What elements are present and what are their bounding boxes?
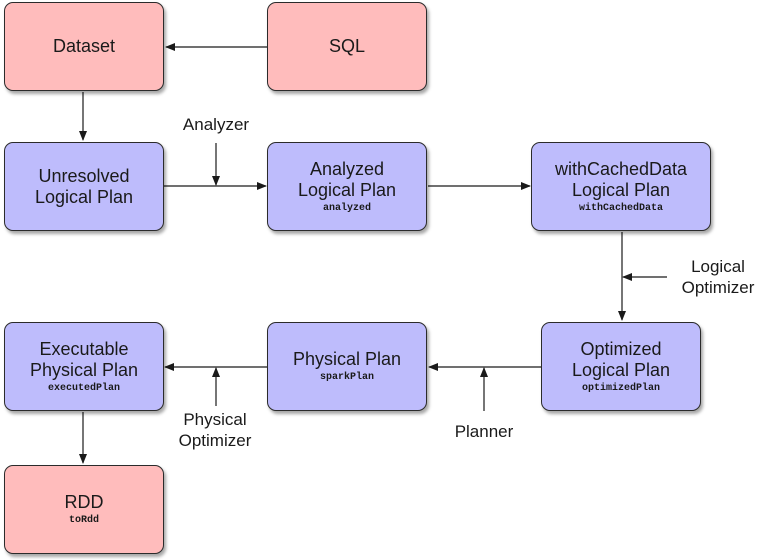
node-code-label: withCachedData (578, 202, 663, 214)
node-code-label: optimizedPlan (581, 382, 660, 394)
node-executable-physical-plan: Executable Physical Plan executedPlan (4, 322, 164, 411)
node-title: Optimized Logical Plan (571, 338, 671, 380)
node-withcacheddata-logical-plan: withCachedData Logical Plan withCachedDa… (531, 142, 711, 231)
node-unresolved-logical-plan: Unresolved Logical Plan (4, 142, 164, 231)
node-sql: SQL (267, 2, 427, 91)
node-code-label: analyzed (322, 202, 371, 214)
edge-label-planner: Planner (454, 422, 514, 441)
edge-label-logical-optimizer: Logical Optimizer (681, 257, 755, 297)
node-optimized-logical-plan: Optimized Logical Plan optimizedPlan (541, 322, 701, 411)
node-code-label: executedPlan (47, 382, 120, 394)
node-code-label: toRdd (68, 515, 99, 526)
node-title: Executable Physical Plan (29, 338, 139, 380)
node-title: Dataset (52, 36, 116, 56)
node-title: Unresolved Logical Plan (34, 165, 134, 207)
node-title: SQL (328, 36, 366, 56)
node-analyzed-logical-plan: Analyzed Logical Plan analyzed (267, 142, 427, 231)
node-title: withCachedData Logical Plan (554, 158, 688, 200)
edge-label-analyzer: Analyzer (182, 115, 250, 134)
node-code-label: sparkPlan (319, 372, 374, 383)
node-title: Physical Plan (292, 349, 402, 369)
node-rdd: RDD toRdd (4, 465, 164, 554)
edge-label-physical-optimizer: Physical Optimizer (178, 410, 252, 450)
node-title: RDD (64, 492, 104, 512)
node-dataset: Dataset (4, 2, 164, 91)
node-title: Analyzed Logical Plan (297, 158, 397, 200)
node-physical-plan: Physical Plan sparkPlan (267, 322, 427, 411)
